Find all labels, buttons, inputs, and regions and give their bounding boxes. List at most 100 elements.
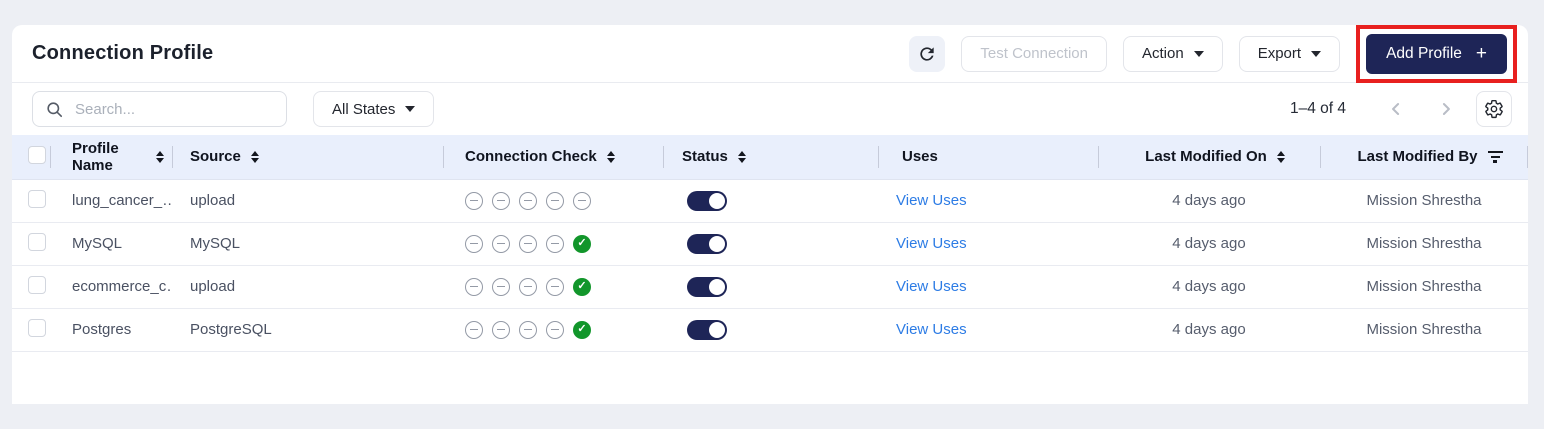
select-all-checkbox[interactable] — [28, 145, 46, 164]
column-header-last-modified-on[interactable]: Last Modified On — [1098, 135, 1320, 180]
gear-icon — [1484, 99, 1504, 119]
column-header-uses: Uses — [878, 135, 1098, 180]
minus-circle-icon — [465, 234, 483, 253]
pagination-next-button[interactable] — [1436, 99, 1456, 119]
action-label: Action — [1142, 45, 1184, 62]
minus-circle-icon — [546, 191, 564, 210]
pagination-prev-button[interactable] — [1386, 99, 1406, 119]
view-uses-link[interactable]: View Uses — [896, 235, 967, 252]
profile-name-cell: Postgres — [50, 308, 172, 352]
export-dropdown-button[interactable]: Export — [1238, 35, 1341, 72]
sort-icon — [606, 150, 615, 163]
pagination-range: 1–4 of 4 — [1289, 100, 1346, 117]
source-cell: upload — [172, 179, 443, 223]
column-header-profile-name[interactable]: Profile Name — [50, 135, 172, 180]
chevron-down-icon — [1193, 50, 1204, 57]
connection-check-icons: ✓ — [465, 234, 655, 253]
column-header-status[interactable]: Status — [663, 135, 878, 180]
chevron-down-icon — [1311, 50, 1322, 57]
table-header-row: Profile Name Source Connection Check Sta… — [12, 135, 1528, 180]
source-cell: PostgreSQL — [172, 308, 443, 352]
search-input[interactable] — [73, 99, 274, 119]
table-row: MySQL MySQL ✓ View Uses 4 days ago Missi… — [12, 222, 1528, 266]
refresh-button[interactable] — [909, 35, 946, 72]
header-bar: Connection Profile Test Connection Actio… — [12, 25, 1528, 83]
last-modified-by-cell: Mission Shrestha — [1320, 222, 1528, 266]
minus-circle-icon — [519, 234, 537, 253]
header-actions: Test Connection Action Export Add Profil… — [909, 25, 1517, 83]
minus-circle-icon — [465, 277, 483, 296]
test-connection-button[interactable]: Test Connection — [961, 35, 1107, 72]
add-profile-label: Add Profile — [1386, 44, 1462, 62]
table-row: Postgres PostgreSQL ✓ View Uses 4 days a… — [12, 308, 1528, 352]
export-label: Export — [1257, 45, 1302, 62]
minus-circle-icon — [546, 277, 564, 296]
view-uses-link[interactable]: View Uses — [896, 278, 967, 295]
last-modified-on-cell: 4 days ago — [1098, 179, 1320, 223]
search-icon — [45, 100, 64, 119]
row-checkbox[interactable] — [28, 275, 46, 294]
row-checkbox[interactable] — [28, 189, 46, 208]
chevron-left-icon — [1386, 99, 1406, 119]
last-modified-by-cell: Mission Shrestha — [1320, 265, 1528, 309]
plus-icon: + — [1475, 43, 1487, 64]
minus-circle-icon — [465, 191, 483, 210]
add-profile-button[interactable]: Add Profile + — [1366, 33, 1507, 74]
profile-name-cell: ecommerce_c… — [50, 265, 172, 309]
connection-profile-card: Connection Profile Test Connection Actio… — [12, 25, 1528, 404]
page-title: Connection Profile — [32, 42, 214, 64]
action-dropdown-button[interactable]: Action — [1123, 35, 1223, 72]
minus-circle-icon — [519, 320, 537, 339]
table-row: lung_cancer_… upload View Uses 4 days ag… — [12, 179, 1528, 223]
source-cell: MySQL — [172, 222, 443, 266]
search-box[interactable] — [32, 91, 287, 127]
annotation-highlight: Add Profile + — [1356, 25, 1517, 83]
refresh-icon — [917, 44, 937, 64]
last-modified-by-cell: Mission Shrestha — [1320, 179, 1528, 223]
sort-icon — [1276, 150, 1285, 163]
status-toggle[interactable] — [687, 276, 727, 297]
minus-circle-icon — [546, 234, 564, 253]
table-settings-button[interactable] — [1476, 91, 1512, 127]
minus-circle-icon — [546, 320, 564, 339]
minus-circle-icon — [519, 277, 537, 296]
sort-icon — [250, 150, 259, 163]
connection-check-icons: ✓ — [465, 277, 655, 296]
minus-circle-icon — [492, 234, 510, 253]
check-circle-icon: ✓ — [573, 320, 591, 339]
column-header-connection-check[interactable]: Connection Check — [443, 135, 663, 180]
source-cell: upload — [172, 265, 443, 309]
last-modified-on-cell: 4 days ago — [1098, 308, 1320, 352]
last-modified-on-cell: 4 days ago — [1098, 222, 1320, 266]
check-circle-icon: ✓ — [573, 234, 591, 253]
status-toggle[interactable] — [687, 319, 727, 340]
table-row: ecommerce_c… upload ✓ View Uses 4 days a… — [12, 265, 1528, 309]
minus-circle-icon — [492, 320, 510, 339]
view-uses-link[interactable]: View Uses — [896, 321, 967, 338]
row-checkbox[interactable] — [28, 232, 46, 251]
sort-icon — [156, 150, 164, 163]
minus-circle-icon — [465, 320, 483, 339]
filter-icon — [1487, 151, 1503, 163]
view-uses-link[interactable]: View Uses — [896, 192, 967, 209]
row-checkbox[interactable] — [28, 318, 46, 337]
last-modified-on-cell: 4 days ago — [1098, 265, 1320, 309]
column-header-source[interactable]: Source — [172, 135, 443, 180]
minus-circle-icon — [519, 191, 537, 210]
sort-icon — [737, 150, 746, 163]
minus-circle-icon — [573, 191, 591, 210]
last-modified-by-cell: Mission Shrestha — [1320, 308, 1528, 352]
minus-circle-icon — [492, 191, 510, 210]
minus-circle-icon — [492, 277, 510, 296]
connection-profile-table: Profile Name Source Connection Check Sta… — [12, 135, 1528, 352]
toolbar: All States 1–4 of 4 — [12, 83, 1528, 135]
status-toggle[interactable] — [687, 233, 727, 254]
column-header-last-modified-by[interactable]: Last Modified By — [1320, 135, 1528, 180]
pagination: 1–4 of 4 — [1290, 91, 1512, 127]
profile-name-cell: lung_cancer_… — [50, 179, 172, 223]
state-filter-dropdown[interactable]: All States — [313, 91, 435, 127]
status-toggle[interactable] — [687, 190, 727, 211]
chevron-down-icon — [405, 106, 416, 112]
check-circle-icon: ✓ — [573, 277, 591, 296]
connection-check-icons: ✓ — [465, 320, 655, 339]
